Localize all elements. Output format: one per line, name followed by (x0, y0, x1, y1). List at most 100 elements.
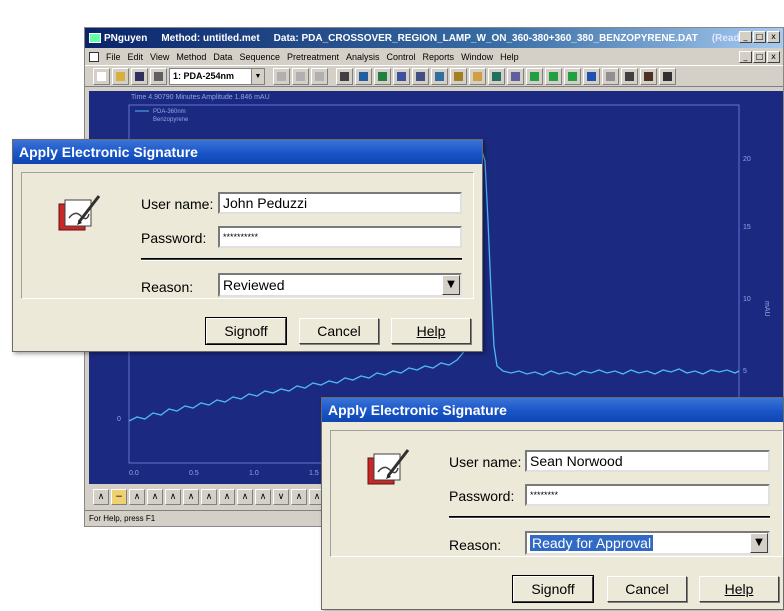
peak-tool-7-icon[interactable]: ∧ (237, 489, 253, 505)
reason-select[interactable]: Ready for Approval ▼ (525, 531, 770, 555)
peak-tool-8-icon[interactable]: ∧ (255, 489, 271, 505)
tool-icon[interactable] (583, 67, 600, 85)
peak-tool-6-icon[interactable]: ∧ (219, 489, 235, 505)
help-icon[interactable] (659, 67, 676, 85)
paste-icon[interactable] (311, 67, 328, 85)
x-tick-15: 1.5 (309, 470, 319, 477)
minimize-button[interactable]: _ (739, 31, 752, 43)
pen-on-paper-icon (57, 192, 103, 239)
legend-entry-channel: PDA-360nm (153, 109, 186, 115)
method-icon[interactable] (355, 67, 372, 85)
maximize-button[interactable]: □ (753, 31, 766, 43)
window-controls: _ □ x (739, 31, 780, 43)
password-field[interactable]: ******** (525, 484, 770, 506)
chevron-down-icon[interactable]: ▼ (750, 533, 768, 553)
integration-icon[interactable] (431, 67, 448, 85)
password-label: Password: (449, 488, 515, 504)
peak-tool-3-icon[interactable]: ∧ (165, 489, 181, 505)
menu-data[interactable]: Data (213, 52, 232, 62)
arrow-right-icon[interactable] (545, 67, 562, 85)
plot-cursor-readout: Time 4.90790 Minutes Amplitude 1.846 mAU (131, 94, 270, 101)
menu-sequence[interactable]: Sequence (239, 52, 280, 62)
menu-file[interactable]: File (106, 52, 121, 62)
password-field[interactable]: ********** (218, 226, 462, 248)
grid-icon[interactable] (621, 67, 638, 85)
chevron-down-icon[interactable]: ▼ (251, 68, 264, 84)
cancel-button[interactable]: Cancel (299, 318, 379, 344)
copy-icon[interactable] (292, 67, 309, 85)
baseline-tool-icon[interactable]: ∧ (93, 489, 109, 505)
peak-tool-1-icon[interactable]: ∧ (129, 489, 145, 505)
new-icon[interactable] (93, 67, 110, 85)
x-tick-0: 0.0 (129, 470, 139, 477)
pen-on-paper-icon (366, 446, 412, 493)
username-label: User name: (141, 196, 214, 212)
legend-entry-sample: Benzopyrene (153, 117, 189, 123)
y-tick-left-0: 0 (117, 416, 121, 423)
menu-pretreatment[interactable]: Pretreatment (287, 52, 339, 62)
acquire-icon[interactable] (336, 67, 353, 85)
monitor-icon[interactable] (488, 67, 505, 85)
username-field[interactable]: John Peduzzi (218, 192, 462, 214)
record-icon[interactable] (602, 67, 619, 85)
help-button[interactable]: Help (699, 576, 779, 602)
print-icon[interactable] (150, 67, 167, 85)
dialog-divider (449, 516, 770, 519)
highlight-tool-icon[interactable]: − (111, 489, 127, 505)
data-file-name: Data: PDA_CROSSOVER_REGION_LAMP_W_ON_360… (273, 32, 698, 44)
peak-tool-5-icon[interactable]: ∧ (201, 489, 217, 505)
dialog-divider (141, 258, 462, 261)
help-button-label: Help (724, 581, 754, 597)
app-name: PNguyen (104, 32, 148, 44)
document-icon[interactable] (89, 51, 99, 62)
main-toolbar: 1: PDA-254nm ▼ (85, 65, 783, 87)
y-tick-right-15: 15 (743, 224, 751, 231)
folder-icon[interactable] (469, 67, 486, 85)
doc-restore-button[interactable]: □ (753, 51, 766, 63)
menu-window[interactable]: Window (461, 52, 493, 62)
table-icon[interactable] (393, 67, 410, 85)
graph-icon[interactable] (450, 67, 467, 85)
close-button[interactable]: x (767, 31, 780, 43)
doc-minimize-button[interactable]: _ (739, 51, 752, 63)
view-icon[interactable] (507, 67, 524, 85)
menu-analysis[interactable]: Analysis (346, 52, 380, 62)
menu-help[interactable]: Help (500, 52, 519, 62)
signoff-button[interactable]: Signoff (205, 317, 287, 345)
arrow-both-icon[interactable] (564, 67, 581, 85)
app-icon (89, 33, 101, 43)
save-icon[interactable] (131, 67, 148, 85)
dialog-title: Apply Electronic Signature (322, 398, 783, 422)
cut-icon[interactable] (273, 67, 290, 85)
menu-bar: File Edit View Method Data Sequence Pret… (85, 48, 783, 65)
peak-tool-10-icon[interactable]: ∧ (291, 489, 307, 505)
channel-select[interactable]: 1: PDA-254nm ▼ (169, 67, 265, 85)
signoff-button[interactable]: Signoff (512, 575, 594, 603)
menu-method[interactable]: Method (176, 52, 206, 62)
chemistry-icon[interactable] (640, 67, 657, 85)
menu-view[interactable]: View (150, 52, 169, 62)
peak-tool-2-icon[interactable]: ∧ (147, 489, 163, 505)
username-label: User name: (449, 454, 522, 470)
help-button[interactable]: Help (391, 318, 471, 344)
x-tick-05: 0.5 (189, 470, 199, 477)
username-field[interactable]: Sean Norwood (525, 450, 770, 472)
document-window-controls: _ □ x (739, 51, 780, 63)
method-name: Method: untitled.met (161, 32, 260, 44)
reason-select-value: Ready for Approval (530, 535, 654, 551)
menu-edit[interactable]: Edit (128, 52, 144, 62)
open-icon[interactable] (112, 67, 129, 85)
doc-close-button[interactable]: x (767, 51, 780, 63)
peak-tool-9-icon[interactable]: ∨ (273, 489, 289, 505)
dialog-title: Apply Electronic Signature (13, 140, 482, 164)
menu-control[interactable]: Control (387, 52, 416, 62)
signature-dialog-reviewer: Apply Electronic Signature User name: Jo… (12, 139, 483, 352)
chevron-down-icon[interactable]: ▼ (442, 275, 460, 295)
cancel-button[interactable]: Cancel (607, 576, 687, 602)
chart-icon[interactable] (526, 67, 543, 85)
peak-tool-4-icon[interactable]: ∧ (183, 489, 199, 505)
list-icon[interactable] (412, 67, 429, 85)
sequence-icon[interactable] (374, 67, 391, 85)
menu-reports[interactable]: Reports (423, 52, 455, 62)
reason-select[interactable]: Reviewed ▼ (218, 273, 462, 297)
